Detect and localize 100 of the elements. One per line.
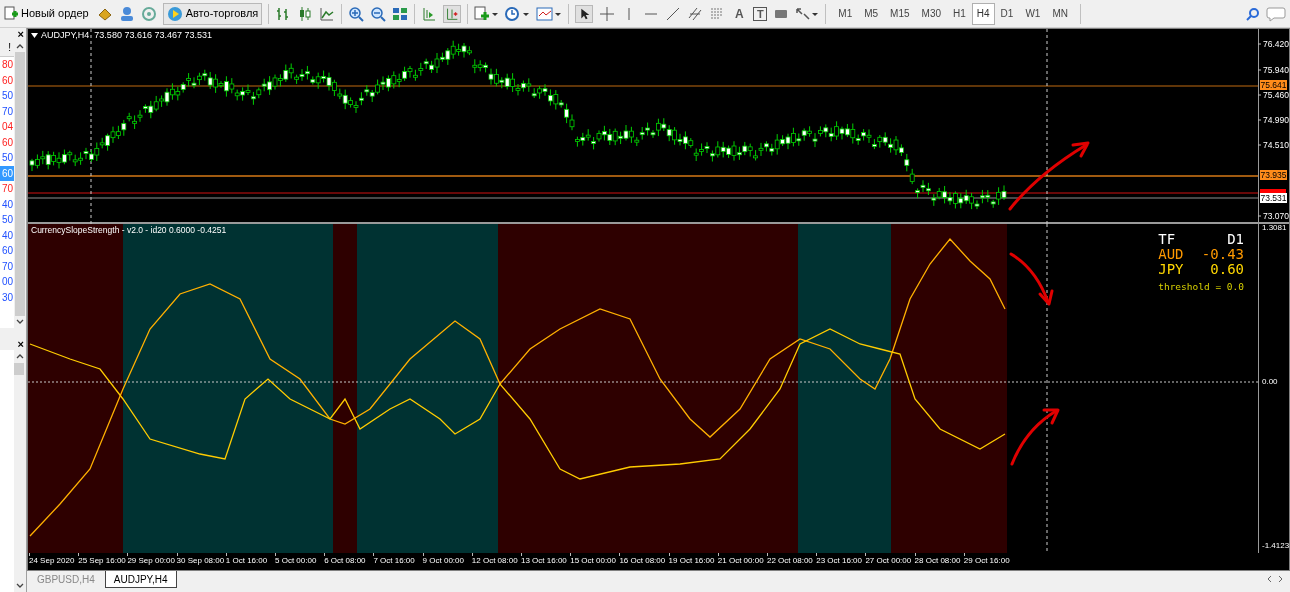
timeframe-button[interactable]: M15 [884,2,916,25]
time-label: 5 Oct 00:00 [275,556,317,566]
currency-label: JPY [1158,262,1184,277]
line-chart-icon[interactable] [319,5,336,22]
user-icon[interactable] [118,5,135,22]
arrow [1009,252,1054,306]
price-cell[interactable]: 60 [0,243,14,259]
scroll-right-icon[interactable] [1278,575,1284,583]
indicator-axis-label: -1.4123 [1262,541,1290,551]
scroll-left-icon[interactable] [1266,575,1272,583]
price-cell[interactable]: 70 [0,258,14,274]
price-cell[interactable]: 70 [0,103,14,119]
column-header: ! [0,40,14,57]
document-plus-icon [4,5,18,22]
chart-tab[interactable]: AUDJPY,H4 [104,571,177,588]
close-button[interactable]: × [17,338,26,350]
price-label: 73.070 [1263,211,1289,221]
timeframe-button[interactable]: H4 [971,2,995,25]
arrows-dropdown-icon[interactable] [795,5,820,22]
chart-tab[interactable]: GBPUSD,H4 [27,571,105,588]
strength-value: 0.60 [1210,262,1244,277]
time-label: 12 Oct 08:00 [471,556,518,566]
price-label: 76.420 [1263,39,1289,49]
price-cell[interactable]: 60 [0,134,14,150]
timeframe-button[interactable]: MN [1046,2,1074,25]
price-tag: 73.935 [1260,170,1287,180]
timeframe-label: TF [1158,232,1176,247]
candlestick-icon[interactable] [297,5,314,22]
price-cell[interactable]: 70 [0,181,14,197]
time-label: 29 Oct 16:00 [963,556,1010,566]
dropdown-icon[interactable] [31,33,38,38]
price-cell[interactable]: 80 [0,57,14,73]
play-icon [166,5,183,22]
indicator-axis-label: 0.00 [1262,377,1278,387]
price-label: 74.990 [1263,115,1289,125]
price-label: 75.460 [1263,90,1289,100]
price-cell[interactable]: 04 [0,119,14,135]
channel-icon[interactable] [687,5,704,22]
zoom-out-icon[interactable] [370,5,387,22]
scroll-down-icon[interactable] [16,583,24,589]
time-label: 25 Sep 16:00 [78,556,126,566]
time-label: 23 Oct 16:00 [816,556,862,566]
tile-windows-icon[interactable] [392,5,409,22]
indicator-axis-label: 1.3081 [1262,223,1287,233]
template-icon[interactable] [536,5,563,22]
strength-value: -0.43 [1201,247,1244,262]
timeframe-button[interactable]: W1 [1019,2,1047,25]
add-indicator-icon[interactable] [474,5,499,22]
timeframe-button[interactable]: D1 [994,2,1020,25]
scroll-up-icon[interactable] [16,43,24,49]
price-cell[interactable]: 40 [0,227,14,243]
zoom-in-icon[interactable] [348,5,365,22]
price-cell[interactable]: 00 [0,274,14,290]
price-label: 74.510 [1263,140,1289,150]
scroll-down-icon[interactable] [16,319,24,325]
time-label: 28 Oct 08:00 [914,556,961,566]
scroll-up-icon[interactable] [16,353,24,359]
text-tool-button[interactable]: A [731,4,748,23]
scrollbar-thumb[interactable] [15,52,25,316]
price-tag: 75.641 [1260,80,1287,90]
price-cell[interactable]: 30 [0,289,14,305]
price-cell[interactable]: 50 [0,212,14,228]
ohlc-values: 73.580 73.616 73.467 73.531 [93,30,212,41]
timeframe-value: D1 [1227,232,1244,247]
timeframe-button[interactable]: M30 [915,2,947,25]
autotrading-button[interactable]: Авто-торговля [162,2,263,25]
new-order-button[interactable]: Новый ордер [2,2,91,25]
chart-shift-icon[interactable] [421,5,438,22]
threshold-label: threshold = 0.0 [1158,281,1244,293]
indicator-title: CurrencySlopeStrength - v2.0 - id20 0.6000 -0.4251 [31,225,227,235]
arrow [1010,408,1060,466]
timeframe-button[interactable]: M5 [858,2,885,25]
trend-line-icon[interactable] [665,5,682,22]
currency-label: AUD [1158,247,1184,262]
chart-symbol: AUDJPY,H4 [41,30,90,41]
scrollbar-thumb[interactable] [14,363,24,375]
time-label: 22 Oct 08:00 [767,556,813,566]
time-label: 6 Oct 08:00 [324,556,366,566]
time-label: 27 Oct 00:00 [865,556,912,566]
price-cell[interactable]: 40 [0,196,14,212]
time-label: 15 Oct 00:00 [570,556,616,566]
search-icon[interactable] [1246,6,1260,21]
autoscroll-icon[interactable] [443,4,462,23]
timeframe-button[interactable]: M1 [832,2,859,25]
price-label: 75.940 [1263,65,1289,75]
diamond-icon[interactable] [96,6,113,21]
time-label: 9 Oct 00:00 [422,556,464,566]
timeframe-button[interactable]: H1 [947,2,972,25]
time-label: 30 Sep 08:00 [176,556,225,566]
time-label: 13 Oct 16:00 [521,556,567,566]
price-cell[interactable]: 60 [0,72,14,88]
cursor-icon[interactable] [575,4,594,23]
time-label: 19 Oct 16:00 [668,556,715,566]
price-cell[interactable]: 50 [0,88,14,104]
price-tag: 73.531 [1260,193,1287,203]
clock-icon[interactable] [504,5,531,22]
price-cell[interactable]: 50 [0,150,14,166]
time-label: 24 Sep 2020 [29,556,75,566]
time-label: 16 Oct 08:00 [619,556,666,566]
label-tool-button[interactable]: T [753,6,768,21]
